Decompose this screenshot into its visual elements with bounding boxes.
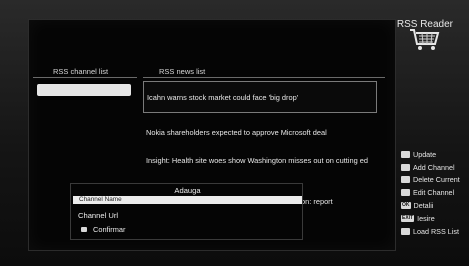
- confirm-button[interactable]: Confirmar: [81, 225, 125, 234]
- menu-label: Load RSS List: [413, 226, 459, 236]
- news-item-selected[interactable]: Icahn warns stock market could face 'big…: [143, 81, 377, 113]
- menu-edit-channel[interactable]: Edit Channel: [401, 186, 460, 199]
- side-menu: Update Add Channel Delete Current Edit C…: [401, 148, 460, 238]
- channel-name-field[interactable]: Channel Name: [73, 196, 302, 204]
- menu-add-channel[interactable]: Add Channel: [401, 161, 460, 174]
- news-list-header: RSS news list: [159, 67, 206, 76]
- add-channel-dialog: Adauga Channel Name Channel Url Confirma…: [70, 183, 303, 240]
- dialog-title: Adauga: [174, 186, 201, 195]
- shopping-cart-icon: [410, 29, 440, 50]
- menu-delete-current[interactable]: Delete Current: [401, 174, 460, 187]
- menu-label: Iesire: [417, 213, 435, 223]
- news-list-divider: [143, 77, 385, 78]
- button-key-icon: [401, 163, 410, 171]
- confirm-label: Confirmar: [93, 225, 126, 234]
- menu-label: Edit Channel: [413, 188, 455, 198]
- tv-screen: RSS channel list RSS news list Icahn war…: [0, 0, 469, 266]
- menu-exit[interactable]: EXIT Iesire: [401, 212, 460, 225]
- menu-update[interactable]: Update: [401, 148, 460, 161]
- selected-channel-item[interactable]: [37, 84, 131, 96]
- news-item[interactable]: Insight: Health site woes show Washingto…: [146, 156, 368, 165]
- channel-list-divider: [33, 77, 137, 78]
- button-key-icon: [401, 176, 410, 184]
- menu-label: Update: [413, 149, 437, 159]
- channel-list-header: RSS channel list: [53, 67, 109, 76]
- news-item[interactable]: Nokia shareholders expected to approve M…: [146, 128, 327, 137]
- menu-label: Detalii: [413, 201, 434, 211]
- menu-label: Add Channel: [413, 162, 455, 172]
- ok-key-icon: OK: [401, 202, 411, 210]
- menu-details[interactable]: OK Detalii: [401, 199, 460, 212]
- button-key-icon: [401, 150, 410, 158]
- exit-key-icon: EXIT: [401, 214, 415, 222]
- button-key-icon: [81, 227, 87, 232]
- button-key-icon: [401, 189, 410, 197]
- channel-url-field[interactable]: Channel Url: [78, 211, 118, 220]
- menu-load-rss-list[interactable]: Load RSS List: [401, 225, 460, 238]
- button-key-icon: [401, 227, 410, 235]
- menu-label: Delete Current: [413, 175, 460, 185]
